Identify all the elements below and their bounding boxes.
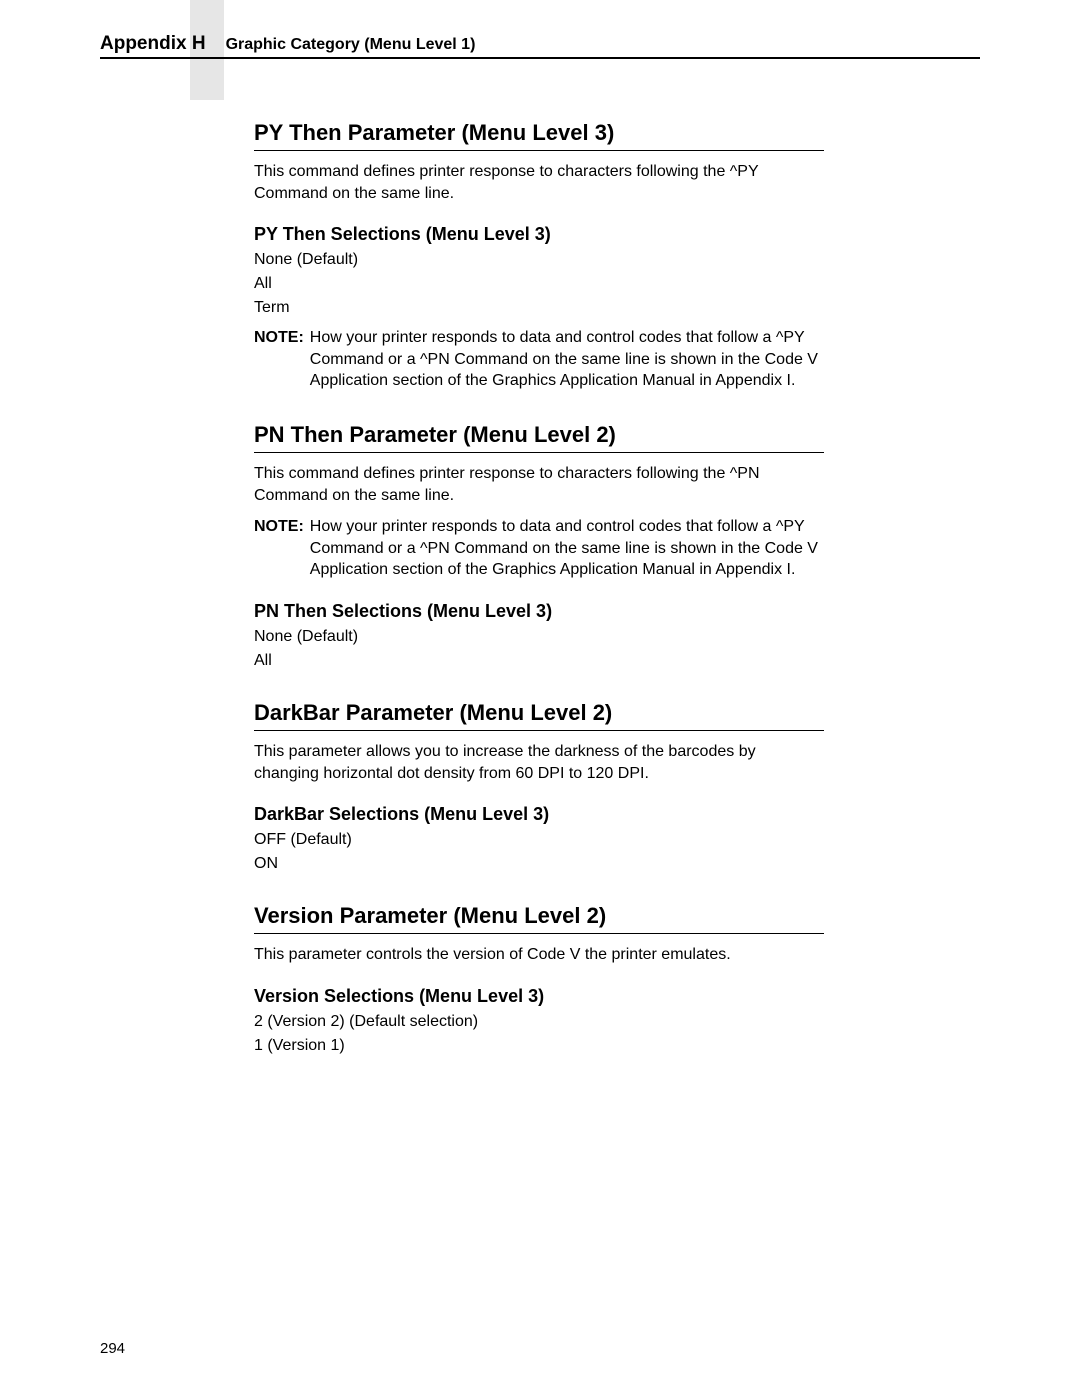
note-label: NOTE: bbox=[254, 327, 304, 392]
py-then-selections-heading: PY Then Selections (Menu Level 3) bbox=[254, 224, 824, 245]
py-then-option: None (Default) bbox=[254, 251, 824, 269]
version-heading: Version Parameter (Menu Level 2) bbox=[254, 903, 824, 934]
darkbar-desc: This parameter allows you to increase th… bbox=[254, 741, 824, 784]
py-then-note: NOTE: How your printer responds to data … bbox=[254, 327, 824, 392]
pn-then-option: All bbox=[254, 652, 824, 670]
appendix-subtitle: Graphic Category (Menu Level 1) bbox=[226, 36, 476, 54]
pn-then-selections-heading: PN Then Selections (Menu Level 3) bbox=[254, 601, 824, 622]
pn-then-option: None (Default) bbox=[254, 628, 824, 646]
version-selections-heading: Version Selections (Menu Level 3) bbox=[254, 986, 824, 1007]
note-text: How your printer responds to data and co… bbox=[310, 516, 824, 581]
py-then-heading: PY Then Parameter (Menu Level 3) bbox=[254, 120, 824, 151]
py-then-option: Term bbox=[254, 299, 824, 317]
py-then-option: All bbox=[254, 275, 824, 293]
darkbar-heading: DarkBar Parameter (Menu Level 2) bbox=[254, 700, 824, 731]
page-number: 294 bbox=[100, 1340, 125, 1357]
main-content: PY Then Parameter (Menu Level 3) This co… bbox=[254, 120, 824, 1061]
version-option: 2 (Version 2) (Default selection) bbox=[254, 1013, 824, 1031]
py-then-desc: This command defines printer response to… bbox=[254, 161, 824, 204]
pn-then-note: NOTE: How your printer responds to data … bbox=[254, 516, 824, 581]
note-text: How your printer responds to data and co… bbox=[310, 327, 824, 392]
page-header: Appendix H Graphic Category (Menu Level … bbox=[100, 33, 980, 59]
darkbar-option: OFF (Default) bbox=[254, 831, 824, 849]
note-label: NOTE: bbox=[254, 516, 304, 581]
darkbar-option: ON bbox=[254, 855, 824, 873]
appendix-label: Appendix H bbox=[100, 33, 206, 55]
pn-then-desc: This command defines printer response to… bbox=[254, 463, 824, 506]
version-option: 1 (Version 1) bbox=[254, 1037, 824, 1055]
darkbar-selections-heading: DarkBar Selections (Menu Level 3) bbox=[254, 804, 824, 825]
pn-then-heading: PN Then Parameter (Menu Level 2) bbox=[254, 422, 824, 453]
version-desc: This parameter controls the version of C… bbox=[254, 944, 824, 966]
